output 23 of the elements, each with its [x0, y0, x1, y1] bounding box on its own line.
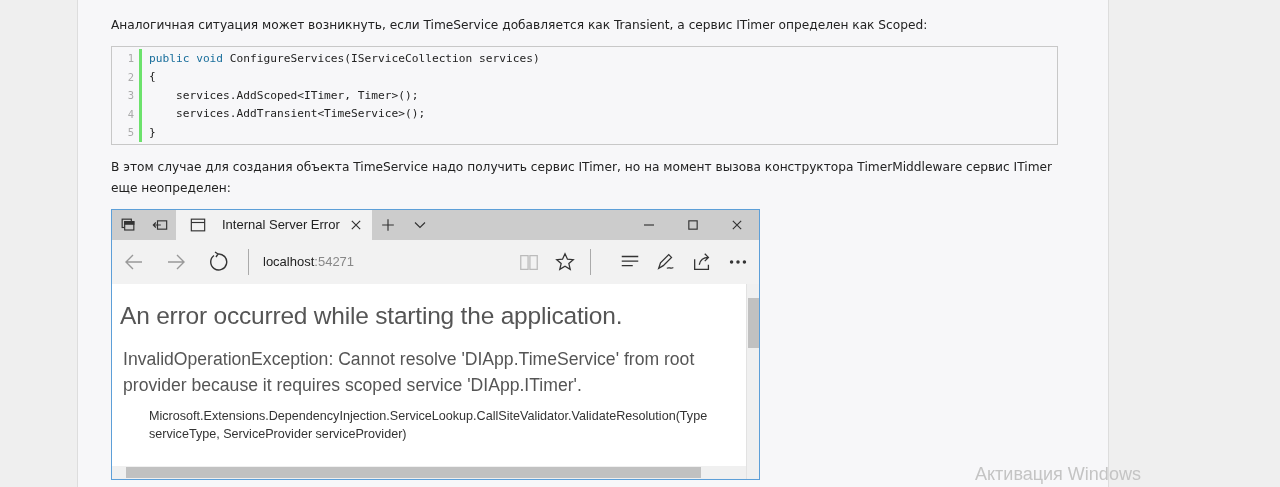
tab-title: Internal Server Error — [222, 217, 340, 232]
horizontal-scrollbar[interactable] — [112, 465, 746, 479]
code-line: services.AddScoped<ITimer, Timer>(); — [174, 88, 419, 102]
error-heading: An error occurred while starting the application. — [120, 301, 624, 330]
code-line: services.AddTransient<TimeService>(); — [174, 107, 426, 121]
stack-trace: Microsoft.Extensions.DependencyInjection.ServiceLookup.CallSiteValidator.ValidateResolution(Type serviceType, ServiceProvider serviceProvider) — [149, 407, 709, 443]
error-message: InvalidOperationException: Cannot resolve 'DIApp.TimeService' from root provider because it requires scoped service 'DIApp.ITimer'. — [123, 347, 696, 397]
code-line: { — [148, 70, 156, 84]
paragraph: В этом случае для создания объекта TimeService надо получить сервис ITimer, но на момент вызова конструктора TimerMiddleware сервис ITimer еще неопределен: — [111, 158, 1054, 197]
line-number: 2 — [112, 67, 142, 86]
address-host[interactable]: localhost — [263, 254, 315, 269]
vertical-scrollbar[interactable] — [746, 283, 759, 479]
line-number: 1 — [112, 49, 142, 68]
code-line: public void ConfigureServices(IServiceCollection services) — [148, 51, 540, 65]
paragraph: Аналогичная ситуация может возникнуть, если TimeService добавляется как Transient, а сервис ITimer определен как Scoped: — [111, 17, 929, 34]
browser-tab[interactable]: Internal Server Error — [176, 209, 372, 240]
line-number: 3 — [112, 86, 142, 105]
code-line: } — [148, 125, 156, 139]
scrollbar-thumb[interactable] — [747, 297, 759, 348]
scrollbar-thumb[interactable] — [126, 466, 701, 478]
star-icon[interactable] — [554, 250, 576, 273]
line-number: 5 — [112, 123, 142, 142]
line-number: 4 — [112, 104, 142, 123]
